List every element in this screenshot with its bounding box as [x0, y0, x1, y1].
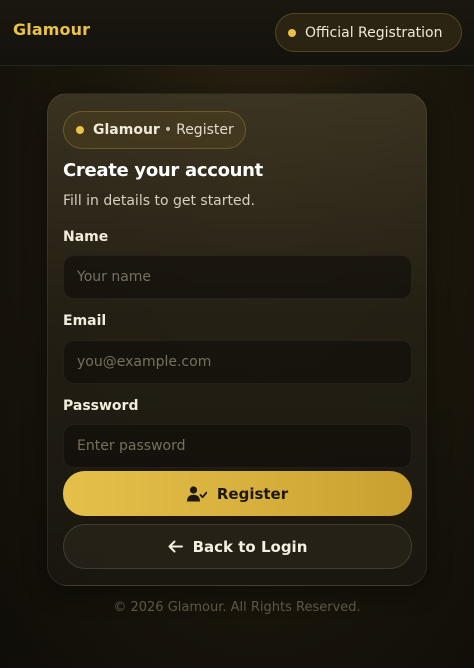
brand-logo[interactable]: Glamour	[13, 20, 90, 39]
card-badge-section: Register	[176, 122, 234, 138]
back-button-label: Back to Login	[192, 537, 308, 556]
top-bar: Glamour Official Registration	[0, 0, 474, 66]
password-label: Password	[63, 398, 139, 414]
arrow-left-icon	[168, 540, 183, 553]
card-badge-brand: Glamour	[93, 122, 160, 138]
email-field[interactable]	[63, 340, 412, 384]
back-to-login-button[interactable]: Back to Login	[63, 524, 412, 569]
password-field[interactable]	[63, 424, 412, 468]
register-button[interactable]: Register	[63, 471, 412, 516]
email-label: Email	[63, 313, 107, 329]
register-card: Glamour • Register Create your account F…	[47, 93, 427, 586]
card-badge: Glamour • Register	[63, 111, 246, 149]
page-title: Create your account	[63, 160, 263, 181]
name-label: Name	[63, 229, 109, 245]
card-badge-separator: •	[163, 122, 173, 138]
page-subtitle: Fill in details to get started.	[63, 193, 255, 209]
name-field[interactable]	[63, 255, 412, 299]
register-button-label: Register	[216, 484, 289, 503]
footer-copyright: © 2026 Glamour. All Rights Reserved.	[113, 600, 361, 615]
official-registration-badge: Official Registration	[275, 13, 462, 52]
badge-label: Official Registration	[305, 24, 443, 41]
status-dot-icon	[76, 126, 84, 134]
status-dot-icon	[288, 28, 296, 37]
user-check-icon	[186, 485, 207, 502]
